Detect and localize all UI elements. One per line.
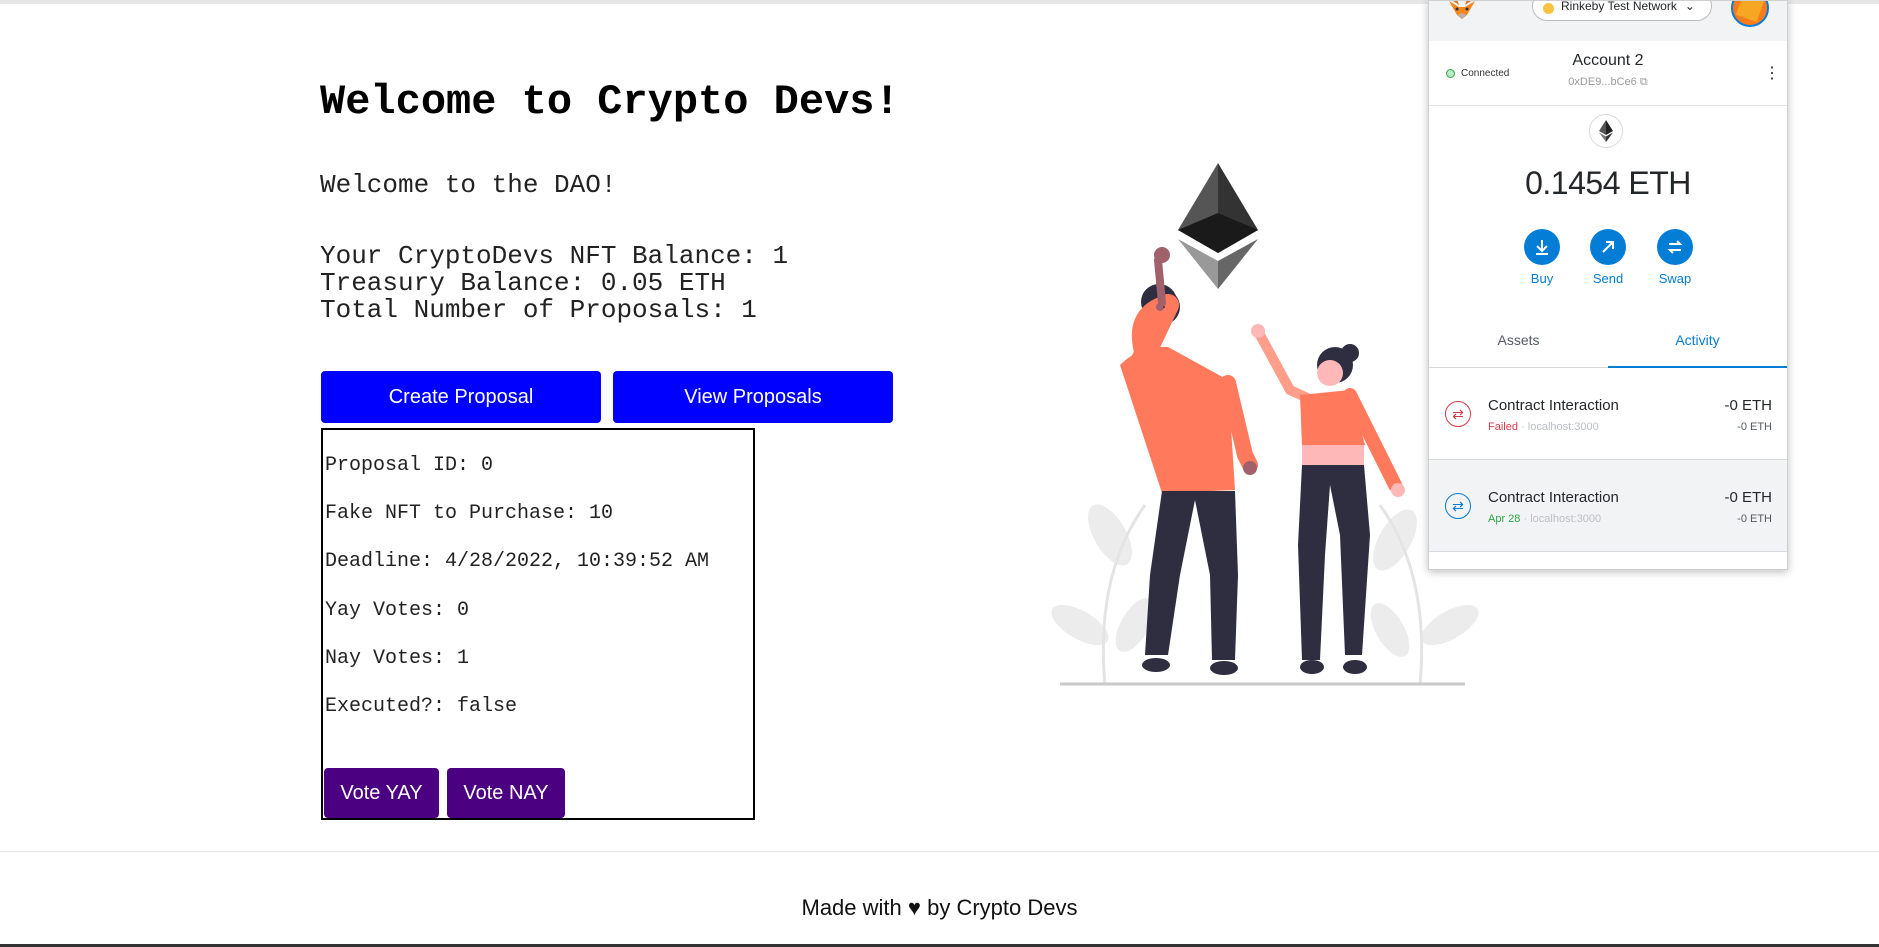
tx-subtitle: Failed · localhost:3000 (1488, 421, 1599, 433)
tx-amount: -0 ETH (1724, 397, 1772, 414)
heart-icon: ♥ (907, 895, 921, 920)
proposal-deadline: Deadline: 4/28/2022, 10:39:52 AM (325, 550, 710, 573)
tab-activity[interactable]: Activity (1608, 319, 1787, 368)
account-avatar[interactable] (1731, 1, 1769, 27)
proposal-yay-votes: Yay Votes: 0 (325, 599, 470, 622)
footer-divider (0, 851, 1879, 852)
network-status-dot (1543, 3, 1554, 14)
nft-balance-text: Your CryptoDevs NFT Balance: 1 (320, 241, 789, 271)
arrow-up-right-icon (1590, 229, 1626, 265)
contract-interaction-icon: ⇄ (1445, 401, 1471, 427)
tx-amount: -0 ETH (1724, 489, 1772, 506)
buy-label: Buy (1530, 271, 1554, 286)
account-address-text: 0xDE9...bCe6 (1568, 76, 1637, 88)
vote-nay-button[interactable]: Vote NAY (447, 768, 565, 818)
footer-by: by Crypto Devs (927, 895, 1078, 920)
footer: Made with ♥ by Crypto Devs (0, 895, 1879, 921)
account-address[interactable]: 0xDE9...bCe6 ⧉ (1429, 76, 1787, 89)
crypto-devs-illustration (1051, 163, 1479, 686)
proposal-card: Proposal ID: 0 Fake NFT to Purchase: 10 … (321, 428, 755, 820)
swap-label: Swap (1658, 271, 1692, 286)
vote-yay-button[interactable]: Vote YAY (324, 768, 439, 818)
tx-amount-secondary: -0 ETH (1737, 421, 1772, 433)
send-label: Send (1592, 271, 1624, 286)
contract-interaction-icon: ⇄ (1445, 493, 1471, 519)
download-icon (1524, 229, 1560, 265)
eth-token-icon (1589, 114, 1623, 148)
account-name[interactable]: Account 2 (1429, 52, 1787, 70)
send-button[interactable]: Send (1578, 229, 1638, 286)
stats-block: Your CryptoDevs NFT Balance: 1 Treasury … (320, 243, 788, 324)
tx-date: Apr 28 (1488, 513, 1521, 525)
chevron-down-icon: ⌄ (1684, 0, 1695, 13)
treasury-balance-text: Treasury Balance: 0.05 ETH (320, 268, 726, 298)
footer-made-with: Made with (801, 895, 902, 920)
tx-title: Contract Interaction (1488, 489, 1619, 506)
proposal-nay-votes: Nay Votes: 1 (325, 647, 470, 670)
metamask-header: Rinkeby Test Network ⌄ (1429, 1, 1787, 41)
metamask-fox-icon[interactable] (1445, 0, 1479, 21)
view-proposals-button[interactable]: View Proposals (613, 371, 893, 423)
metamask-tabs: Assets Activity (1429, 319, 1787, 368)
network-name: Rinkeby Test Network (1561, 0, 1677, 13)
eth-balance: 0.1454 ETH (1525, 165, 1691, 201)
page-title: Welcome to Crypto Devs! (320, 78, 900, 126)
tx-status: Failed (1488, 421, 1518, 433)
create-proposal-button[interactable]: Create Proposal (321, 371, 601, 423)
swap-icon (1657, 229, 1693, 265)
proposal-id: Proposal ID: 0 (325, 454, 494, 477)
tx-title: Contract Interaction (1488, 397, 1619, 414)
activity-list-item[interactable]: ⇄ Contract Interaction Failed · localhos… (1429, 368, 1787, 460)
tx-subtitle: Apr 28 · localhost:3000 (1488, 513, 1602, 525)
tx-origin: localhost:3000 (1530, 513, 1602, 525)
tab-assets[interactable]: Assets (1429, 319, 1608, 367)
activity-list-item[interactable]: ⇄ Contract Interaction Apr 28 · localhos… (1429, 460, 1787, 552)
page-subtitle: Welcome to the DAO! (320, 170, 617, 200)
copy-icon[interactable]: ⧉ (1640, 76, 1648, 88)
account-options-kebab-icon[interactable]: ⋮ (1764, 63, 1780, 83)
proposal-executed: Executed?: false (325, 695, 518, 718)
metamask-popup: Rinkeby Test Network ⌄ Connected Account… (1428, 0, 1788, 570)
buy-button[interactable]: Buy (1512, 229, 1572, 286)
swap-button[interactable]: Swap (1645, 229, 1705, 286)
ethereum-logo-icon (1178, 163, 1258, 289)
total-proposals-text: Total Number of Proposals: 1 (320, 295, 757, 325)
account-section: Connected Account 2 0xDE9...bCe6 ⧉ ⋮ (1429, 41, 1787, 106)
proposal-nft-to-purchase: Fake NFT to Purchase: 10 (325, 502, 614, 525)
tx-origin: localhost:3000 (1527, 421, 1599, 433)
network-selector[interactable]: Rinkeby Test Network ⌄ (1532, 0, 1712, 21)
tx-amount-secondary: -0 ETH (1737, 513, 1772, 525)
